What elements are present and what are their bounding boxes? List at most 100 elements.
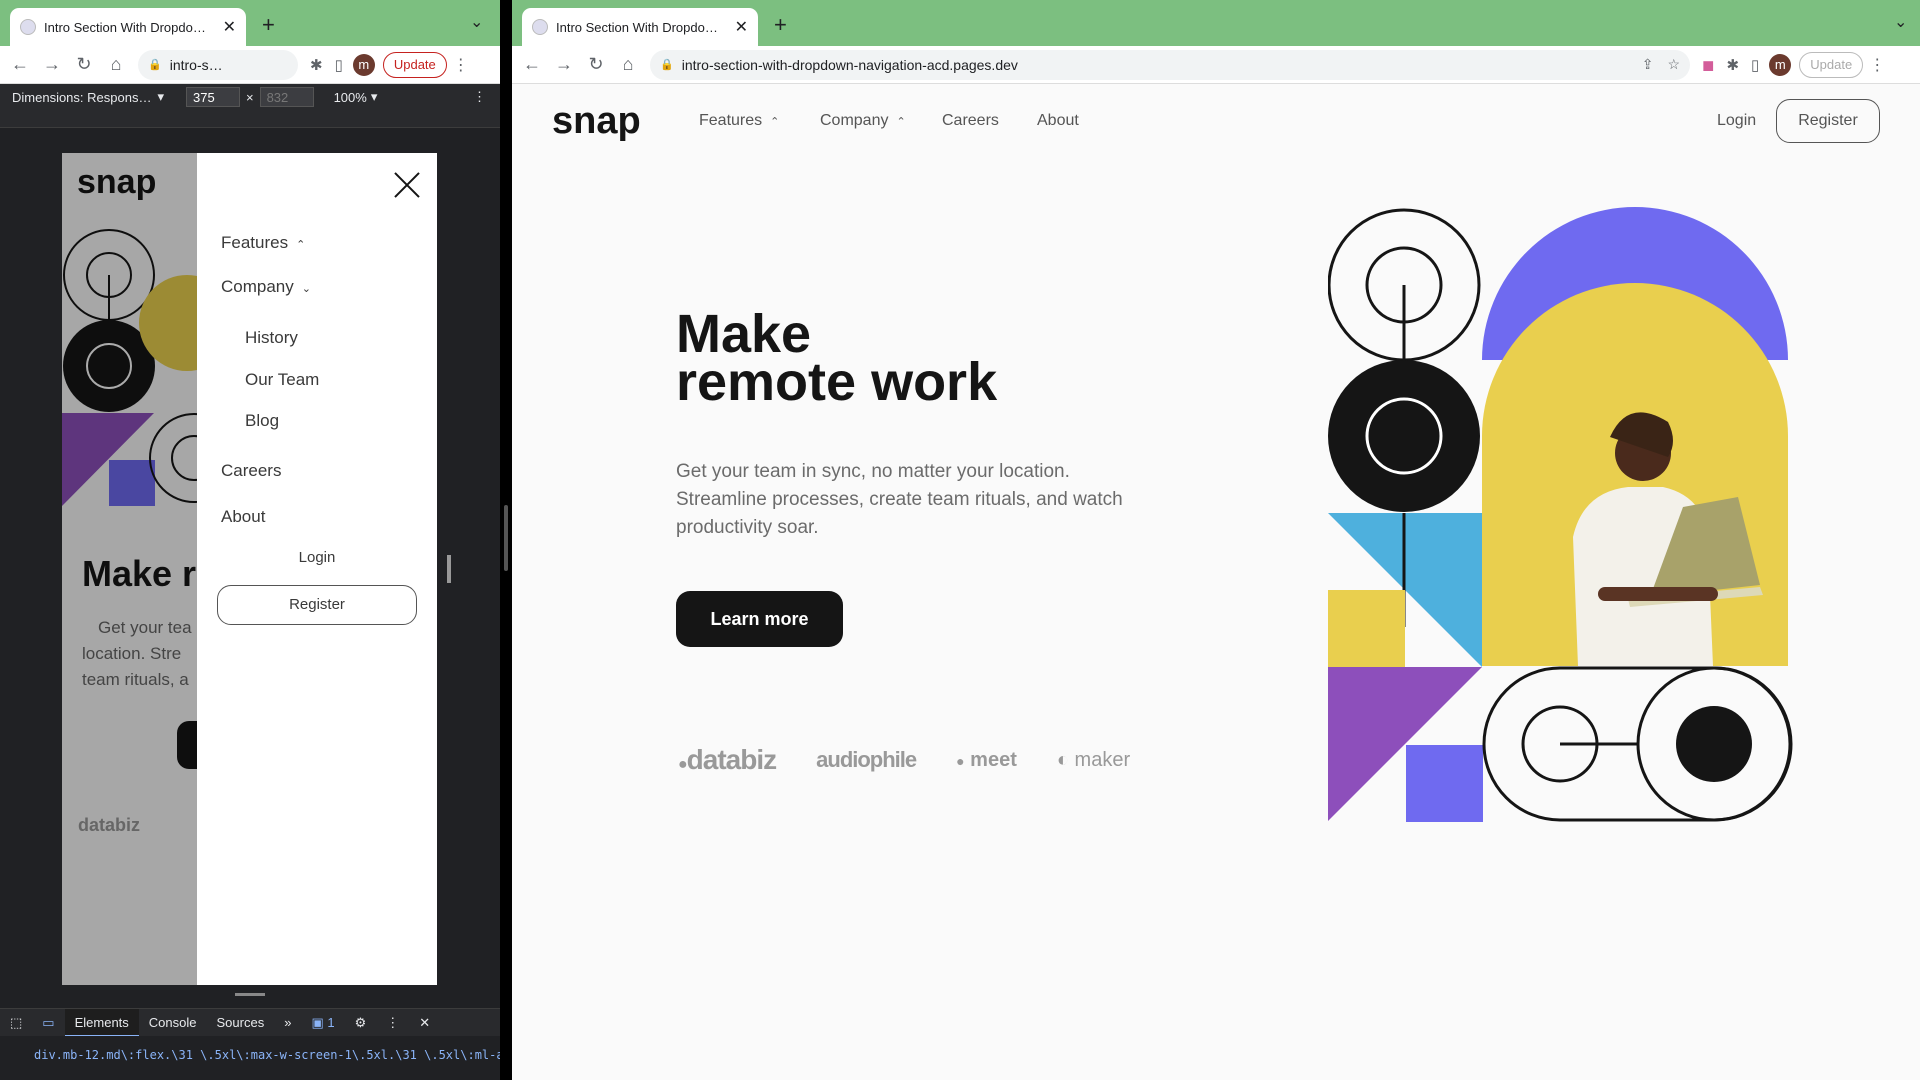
submenu-item-history[interactable]: History (245, 328, 298, 348)
tab-console[interactable]: Console (139, 1009, 207, 1037)
viewport-bottom-resize-handle[interactable] (235, 993, 265, 996)
update-button[interactable]: Update (382, 51, 447, 78)
home-icon[interactable]: ⌂ (104, 54, 128, 75)
update-button[interactable]: Update (1799, 51, 1864, 78)
menu-item-company[interactable]: Company ⌄ (221, 277, 311, 297)
client-logo-meet: ● meet (956, 748, 1017, 771)
tab-title: Intro Section With Dropdown N (556, 19, 727, 35)
profile-avatar[interactable]: m (352, 53, 375, 76)
hero-heading: Make remote work (676, 307, 997, 409)
client-name: meet (970, 748, 1017, 771)
art-black-circle (1328, 360, 1480, 512)
menu-item-about[interactable]: About (221, 507, 265, 527)
media-query-ruler (0, 110, 500, 128)
register-button[interactable]: Register (1776, 99, 1880, 143)
new-tab-icon[interactable]: + (774, 12, 787, 38)
hero-illustration (1328, 207, 1793, 822)
devtools-tabbar: ⬚ ▭ Elements Console Sources » ▣ 1 ⚙ ⋮ ✕ (0, 1008, 500, 1037)
address-bar[interactable]: 🔒 intro-section-with-dropdown-navigation… (650, 49, 1690, 80)
window-divider[interactable] (500, 0, 512, 1080)
dom-breadcrumb[interactable]: div.mb-12.md\:flex.\31 \.5xl\:max-w-scre… (0, 1036, 500, 1076)
extensions-icon[interactable]: ✱ (310, 56, 323, 74)
inspect-element-icon[interactable]: ⬚ (0, 1009, 32, 1037)
close-tab-icon[interactable]: ✕ (223, 17, 236, 37)
issues-count: 1 (327, 1014, 335, 1030)
height-input[interactable]: 832 (259, 87, 314, 107)
device-options-kebab-icon[interactable]: ⋮ (473, 89, 486, 105)
times-icon: × (245, 89, 254, 105)
menu-item-label: Company (221, 277, 294, 296)
browser-tab[interactable]: Intro Section With Dropdown N ✕ (522, 8, 758, 46)
forward-icon[interactable]: → (552, 54, 576, 75)
device-toggle-icon[interactable]: ▭ (32, 1009, 64, 1037)
submenu-item-our-team[interactable]: Our Team (245, 370, 319, 390)
lock-icon: 🔒 (660, 59, 674, 71)
chevron-up-icon: ⌃ (896, 116, 906, 128)
forward-icon[interactable]: → (40, 54, 64, 75)
divider-handle[interactable] (504, 505, 508, 571)
back-icon[interactable]: ← (520, 54, 544, 75)
address-bar[interactable]: 🔒 intro-s… (138, 49, 298, 80)
menu-kebab-icon[interactable]: ⋮ (1869, 55, 1885, 75)
reload-icon[interactable]: ↻ (72, 54, 96, 75)
nav-company[interactable]: Company ⌃ (820, 112, 906, 130)
left-browser-window: Intro Section With Dropdown N ✕ + ⌄ ← → … (0, 0, 500, 1080)
mobile-viewport: snap Make r Get your tea location. Stre … (62, 153, 437, 985)
art-black-dot (1676, 706, 1752, 782)
close-devtools-icon[interactable]: ✕ (409, 1009, 440, 1037)
devtools-kebab-icon[interactable]: ⋮ (376, 1009, 409, 1037)
menu-login-link[interactable]: Login (197, 549, 437, 566)
address-text: intro-s… (169, 56, 223, 73)
tab-search-chevron-icon[interactable]: ⌄ (1894, 12, 1907, 32)
width-input[interactable]: 375 (185, 87, 240, 107)
close-menu-icon[interactable] (393, 171, 421, 199)
tab-search-chevron-icon[interactable]: ⌄ (470, 12, 483, 32)
dropdown-caret-icon[interactable]: ▾ (157, 89, 164, 105)
browser-toolbar: ← → ↻ ⌂ 🔒 intro-s… ✱ ▯ m Update ⋮ (0, 46, 500, 84)
submenu-item-blog[interactable]: Blog (245, 411, 279, 431)
favicon-icon (20, 19, 36, 35)
reload-icon[interactable]: ↻ (584, 54, 608, 75)
device-toolbar: Dimensions: Respons… ▾ 375 × 832 100% ▾ … (0, 84, 500, 110)
learn-more-button[interactable]: Learn more (676, 591, 843, 647)
client-name: maker (1074, 748, 1131, 771)
dropdown-caret-icon[interactable]: ▾ (371, 89, 378, 105)
nav-careers[interactable]: Careers (942, 112, 999, 130)
settings-gear-icon[interactable]: ⚙ (345, 1009, 377, 1037)
art-purple-square (1406, 745, 1483, 822)
lock-icon: 🔒 (148, 59, 162, 71)
viewport-resize-handle[interactable] (447, 555, 451, 583)
back-icon[interactable]: ← (8, 54, 32, 75)
nav-features[interactable]: Features ⌃ (699, 112, 779, 130)
zoom-select[interactable]: 100% (334, 90, 367, 105)
extensions-puzzle-icon[interactable]: ✱ (1726, 56, 1739, 74)
issues-badge[interactable]: ▣ 1 (301, 1009, 344, 1037)
tab-elements[interactable]: Elements (64, 1008, 139, 1037)
nav-about[interactable]: About (1037, 112, 1079, 130)
more-tabs-icon[interactable]: » (274, 1009, 301, 1037)
tab-sources[interactable]: Sources (207, 1009, 275, 1037)
menu-item-careers[interactable]: Careers (221, 461, 281, 481)
right-browser-window: Intro Section With Dropdown N ✕ + ⌄ ← → … (512, 0, 1920, 1080)
client-logo-maker: ◐ maker (1056, 748, 1131, 771)
new-tab-icon[interactable]: + (262, 12, 275, 38)
nav-label: Company (820, 112, 889, 129)
tab-strip: Intro Section With Dropdown N ✕ + ⌄ (512, 0, 1920, 46)
menu-item-features[interactable]: Features ⌃ (221, 233, 305, 253)
browser-tab[interactable]: Intro Section With Dropdown N ✕ (10, 8, 246, 46)
menu-kebab-icon[interactable]: ⋮ (453, 55, 469, 75)
side-panel-icon[interactable]: ▯ (1751, 56, 1759, 74)
browser-toolbar: ← → ↻ ⌂ 🔒 intro-section-with-dropdown-na… (512, 46, 1920, 84)
dimensions-select[interactable]: Dimensions: Respons… (12, 90, 151, 105)
login-link[interactable]: Login (1717, 112, 1756, 130)
extension-icon[interactable]: ◼ (1702, 56, 1714, 74)
profile-avatar[interactable]: m (1769, 53, 1792, 76)
close-tab-icon[interactable]: ✕ (735, 17, 748, 37)
home-icon[interactable]: ⌂ (616, 54, 640, 75)
side-panel-icon[interactable]: ▯ (335, 56, 343, 74)
share-icon[interactable]: ⇪ (1642, 56, 1654, 73)
menu-register-button[interactable]: Register (217, 585, 417, 625)
art-yellow-square (1328, 590, 1405, 667)
site-logo[interactable]: snap (552, 100, 641, 143)
bookmark-star-icon[interactable]: ☆ (1667, 56, 1680, 73)
